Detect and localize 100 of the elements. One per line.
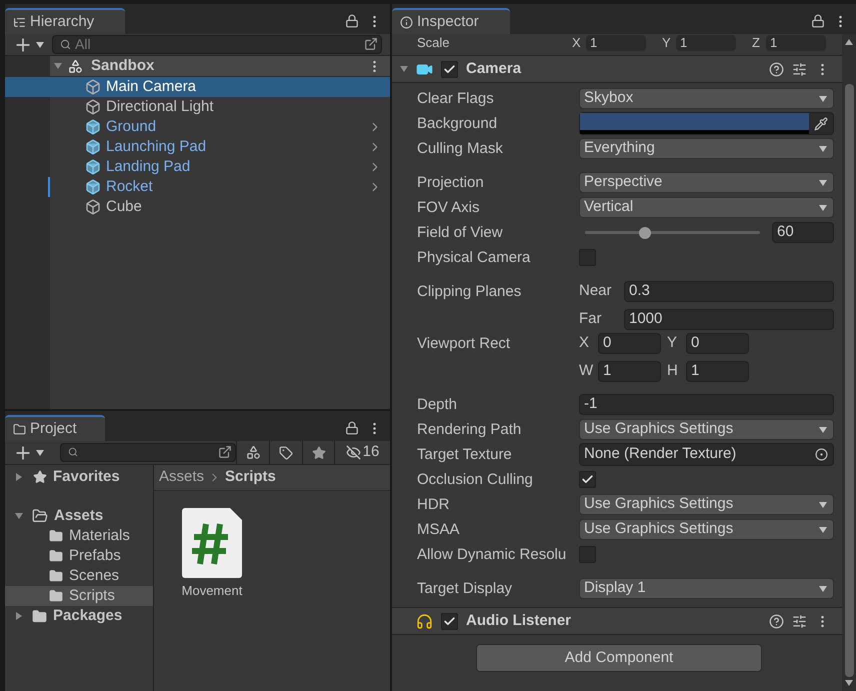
scene-row[interactable]: Sandbox [50,56,390,77]
hidden-eye-icon[interactable] [346,445,361,460]
lock-icon[interactable] [811,14,825,28]
caret-icon[interactable] [400,65,408,73]
tree-item[interactable]: Assets [5,506,153,526]
tree-item[interactable]: Prefabs [5,546,153,566]
dropdown-arrow-icon[interactable] [819,204,827,212]
number-field[interactable]: 1 [676,35,736,51]
color-swatch[interactable] [580,113,809,134]
dropdown[interactable]: Everything [579,138,834,159]
eyedropper-icon[interactable] [814,116,828,130]
cube-icon [85,179,101,195]
field-label: Far [579,310,602,327]
property-label: Culling Mask [417,139,504,159]
property-label: Field of View [417,223,504,243]
tree-item[interactable]: Favorites [5,467,153,487]
hierarchy-item[interactable]: Main Camera [5,77,390,97]
picker-icon[interactable] [815,448,828,461]
number-field[interactable]: 1 [586,35,646,51]
tag-icon[interactable] [279,446,293,460]
hierarchy-item[interactable]: Landing Pad [5,157,390,177]
lock-icon[interactable] [345,421,359,435]
search-icon [60,39,71,50]
caret-icon[interactable] [15,473,23,481]
tree-item[interactable]: Scenes [5,566,153,586]
hierarchy-item[interactable]: Launching Pad [5,137,390,157]
lock-icon[interactable] [345,14,359,28]
file-name[interactable]: Movement [182,581,242,600]
tree-item[interactable]: Materials [5,526,153,546]
slider-thumb[interactable] [638,226,650,238]
breadcrumb-item[interactable]: Assets [159,466,204,489]
hierarchy-item[interactable]: Directional Light [5,97,390,117]
star-icon[interactable] [312,446,326,460]
search-field[interactable]: All [52,35,382,54]
scene-icon [68,58,83,74]
number-field[interactable]: 1 [598,360,661,382]
shapes-icon[interactable] [246,445,260,460]
panel-tab[interactable]: Hierarchy [5,8,125,34]
star-icon [33,470,47,484]
presets-icon[interactable] [792,62,807,76]
axis-label: X [579,334,590,351]
presets-icon[interactable] [792,614,807,628]
hierarchy-item[interactable]: Cube [5,197,390,217]
scroll-down-icon[interactable] [845,679,853,687]
dropdown[interactable]: Display 1 [579,578,834,599]
object-field[interactable]: None (Render Texture) [579,443,834,466]
number-field[interactable]: 0 [598,332,661,354]
caret-icon[interactable] [54,62,62,70]
number-field[interactable]: 0.3 [624,280,834,302]
number-field[interactable]: 1 [686,360,749,382]
number-field[interactable]: 0 [686,332,749,354]
caret-icon[interactable] [15,512,23,520]
script-file-icon[interactable] [182,508,242,578]
number-field[interactable]: 1000 [624,308,834,330]
component-header[interactable]: Audio Listener [392,607,842,635]
hierarchy-item[interactable]: Ground [5,117,390,137]
field-label: Near [579,282,612,299]
expand-icon[interactable] [218,445,232,459]
dropdown-arrow-icon[interactable] [819,144,827,152]
tree-item[interactable]: Packages [5,606,153,626]
dropdown-arrow-icon[interactable] [819,584,827,592]
axis-label: Y [667,334,678,351]
dropdown-arrow-icon[interactable] [819,500,827,508]
headphones-icon [416,612,433,630]
cube-icon [85,199,101,215]
caret-icon[interactable] [15,612,23,620]
expand-icon[interactable] [364,37,378,51]
number-field[interactable]: -1 [579,394,834,415]
property-label: Rendering Path [417,420,522,440]
help-icon[interactable] [769,614,784,628]
dropdown-arrow-icon[interactable] [36,40,44,48]
dropdown-arrow-icon[interactable] [819,94,827,102]
panel-tab[interactable]: Inspector [392,8,510,34]
dropdown[interactable]: Vertical [579,197,834,218]
dropdown-arrow-icon[interactable] [819,178,827,186]
panel-tab[interactable]: Project [5,415,105,441]
dropdown[interactable]: Use Graphics Settings [579,494,834,515]
dropdown-arrow-icon[interactable] [819,426,827,434]
dropdown-arrow-icon[interactable] [36,448,44,456]
search-field[interactable] [60,443,236,462]
scrollbar[interactable] [842,34,856,691]
tree-item[interactable]: Scripts [5,586,153,606]
add-component-button[interactable]: Add Component [476,644,762,672]
property-label: Allow Dynamic Resolu [417,545,568,565]
dropdown[interactable]: Use Graphics Settings [579,519,834,540]
dropdown[interactable]: Perspective [579,172,834,193]
scroll-up-icon[interactable] [845,38,853,46]
cube-icon [85,99,101,115]
breadcrumb-item[interactable]: Scripts [225,466,276,489]
dropdown[interactable]: Skybox [579,88,834,109]
help-icon[interactable] [769,62,784,76]
number-field[interactable]: 1 [766,35,826,51]
property-label: Background [417,114,498,134]
component-header[interactable]: Camera [392,55,842,83]
hierarchy-item[interactable]: Rocket [5,177,390,197]
number-field[interactable]: 60 [772,222,834,243]
hidden-count[interactable]: 16 [362,441,380,464]
dropdown-arrow-icon[interactable] [819,526,827,534]
dropdown[interactable]: Use Graphics Settings [579,419,834,440]
folder-icon [49,529,63,543]
